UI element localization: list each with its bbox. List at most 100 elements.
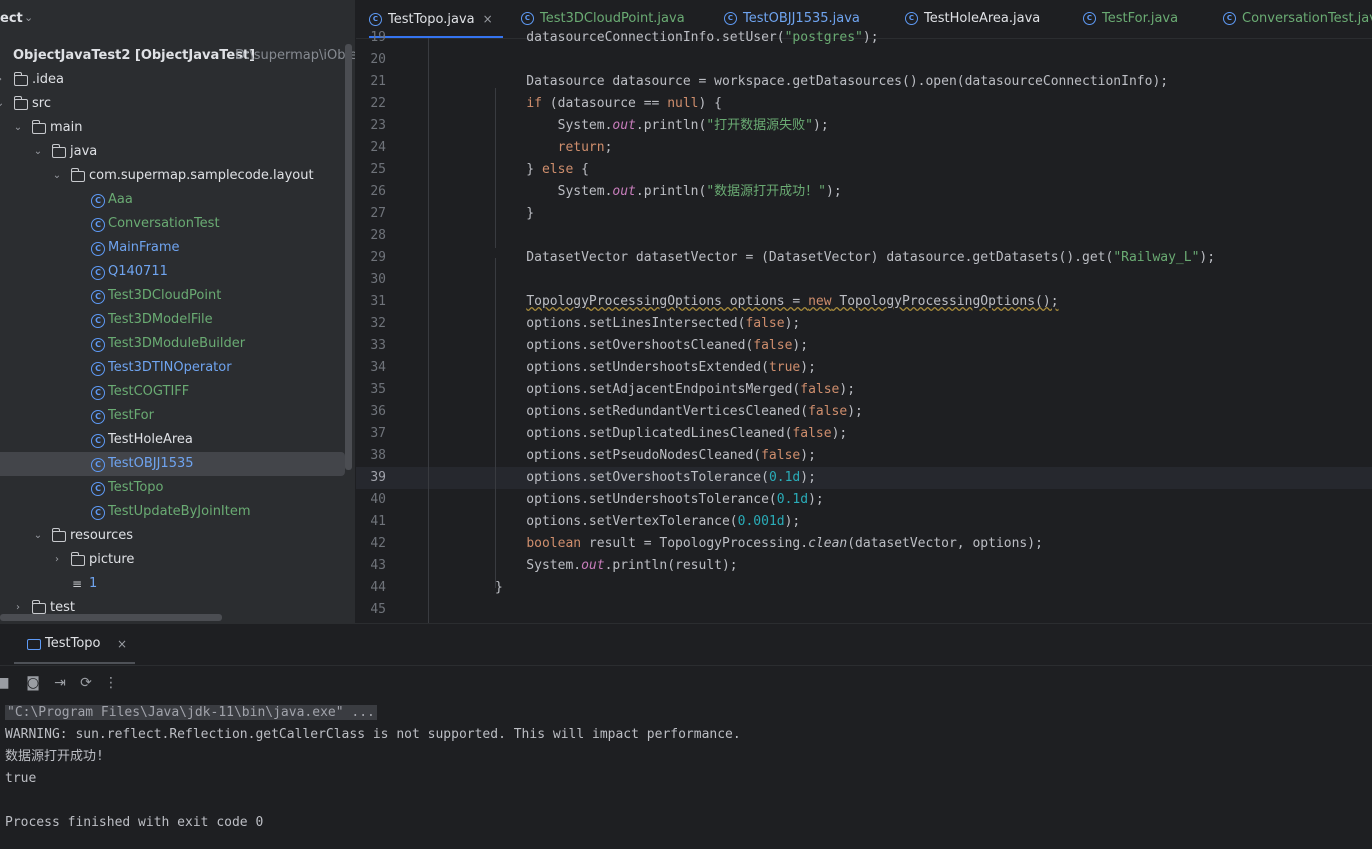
code-line[interactable]: 21 Datasource datasource = workspace.get…: [356, 71, 1372, 93]
code-line[interactable]: 30: [356, 269, 1372, 291]
tree-item-label: picture: [89, 552, 135, 567]
stop-icon[interactable]: ■: [0, 674, 12, 692]
code-line[interactable]: 42 boolean result = TopologyProcessing.c…: [356, 533, 1372, 555]
run-panel: TestTopo × ■ ◙ ⇥ ⟳ ⋮ "C:\Program Files\J…: [0, 623, 1372, 849]
code-line[interactable]: 31 TopologyProcessingOptions options = n…: [356, 291, 1372, 313]
code-area[interactable]: 19 datasourceConnectionInfo.setUser("pos…: [356, 30, 1372, 623]
tree-item-label: main: [50, 120, 83, 135]
code-line[interactable]: 22 if (datasource == null) {: [356, 93, 1372, 115]
tree-item-label: resources: [70, 528, 134, 543]
tree-item[interactable]: ⌄ java: [0, 140, 345, 164]
code-line[interactable]: 25 } else {: [356, 159, 1372, 181]
tree-item[interactable]: C Test3DCloudPoint: [0, 284, 345, 308]
tree-horizontal-scrollbar[interactable]: [0, 614, 222, 621]
code-line[interactable]: 23 System.out.println("打开数据源失败");: [356, 115, 1372, 137]
tree-item[interactable]: › picture: [0, 548, 345, 572]
tree-item[interactable]: ⌄ src: [0, 92, 345, 116]
tree-item-label: MainFrame: [108, 240, 180, 255]
chevron-down-icon[interactable]: ⌄: [51, 164, 63, 188]
code-line[interactable]: 38 options.setPseudoNodesCleaned(false);: [356, 445, 1372, 467]
code-line[interactable]: 26 System.out.println("数据源打开成功！");: [356, 181, 1372, 203]
chevron-down-icon[interactable]: ⌄: [24, 11, 33, 24]
line-number: 20: [370, 52, 386, 67]
code-line[interactable]: 33 options.setOvershootsCleaned(false);: [356, 335, 1372, 357]
close-icon[interactable]: ×: [483, 12, 493, 26]
tree-vertical-scrollbar[interactable]: [345, 44, 352, 470]
tree-item[interactable]: C Test3DModuleBuilder: [0, 332, 345, 356]
line-number: 23: [370, 118, 386, 133]
console-line: WARNING: sun.reflect.Reflection.getCalle…: [5, 724, 741, 746]
chevron-down-icon[interactable]: ⌄: [32, 140, 44, 164]
code-line[interactable]: 39 options.setOvershootsTolerance(0.1d);: [356, 467, 1372, 489]
tree-item[interactable]: ⌄ com.supermap.samplecode.layout: [0, 164, 345, 188]
code-line[interactable]: 41 options.setVertexTolerance(0.001d);: [356, 511, 1372, 533]
tree-item[interactable]: ≡ 1: [0, 572, 345, 596]
tree-item[interactable]: C MainFrame: [0, 236, 345, 260]
tree-item[interactable]: C Test3DTINOperator: [0, 356, 345, 380]
chevron-down-icon[interactable]: ⌄: [12, 116, 24, 140]
tree-item[interactable]: C TestTopo: [0, 476, 345, 500]
tree-item[interactable]: C TestUpdateByJoinItem: [0, 500, 345, 524]
chevron-right-icon[interactable]: ›: [0, 68, 6, 92]
tree-item[interactable]: C TestHoleArea: [0, 428, 345, 452]
code-line[interactable]: 44}: [356, 577, 1372, 599]
code-text: options.setVertexTolerance(0.001d);: [495, 514, 801, 529]
tree-item-label: Aaa: [108, 192, 133, 207]
code-line[interactable]: 45: [356, 599, 1372, 621]
code-text: System.out.println(result);: [495, 558, 738, 573]
tree-item-label: TestUpdateByJoinItem: [108, 504, 251, 519]
code-text: System.out.println("数据源打开成功！");: [495, 184, 842, 199]
code-line[interactable]: 24 return;: [356, 137, 1372, 159]
folder-icon: [51, 144, 66, 158]
tree-item[interactable]: C TestFor: [0, 404, 345, 428]
line-number: 39: [370, 470, 386, 485]
run-tab[interactable]: TestTopo ×: [14, 624, 135, 664]
code-line[interactable]: 34 options.setUndershootsExtended(true);: [356, 357, 1372, 379]
tree-item[interactable]: ⌄ main: [0, 116, 345, 140]
camera-icon[interactable]: ◙: [24, 674, 42, 692]
class-icon: C: [91, 338, 105, 352]
tree-item[interactable]: C Aaa: [0, 188, 345, 212]
tree-item[interactable]: ObjectJavaTest2 [ObjectJavaTest] D:\super…: [0, 44, 355, 68]
more-icon[interactable]: ⋮: [102, 674, 120, 692]
code-line[interactable]: 19 datasourceConnectionInfo.setUser("pos…: [356, 27, 1372, 49]
code-line[interactable]: 28: [356, 225, 1372, 247]
code-line[interactable]: 32 options.setLinesIntersected(false);: [356, 313, 1372, 335]
code-line[interactable]: 29 DatasetVector datasetVector = (Datase…: [356, 247, 1372, 269]
class-icon: C: [905, 12, 918, 25]
line-number: 30: [370, 272, 386, 287]
tree-item[interactable]: › .idea: [0, 68, 345, 92]
class-icon: C: [91, 194, 105, 208]
code-text: options.setRedundantVerticesCleaned(fals…: [495, 404, 863, 419]
chevron-down-icon[interactable]: ⌄: [32, 524, 44, 548]
code-line[interactable]: 43 System.out.println(result);: [356, 555, 1372, 577]
tree-item[interactable]: C Test3DModelFile: [0, 308, 345, 332]
editor-tab-label: TestFor.java: [1102, 11, 1179, 26]
class-icon: C: [369, 13, 382, 26]
restart-icon[interactable]: ⟳: [77, 674, 95, 692]
tree-item[interactable]: C ConversationTest: [0, 212, 345, 236]
code-text: options.setUndershootsExtended(true);: [495, 360, 816, 375]
code-line[interactable]: 20: [356, 49, 1372, 71]
exit-icon[interactable]: ⇥: [51, 674, 69, 692]
chevron-down-icon[interactable]: ⌄: [0, 92, 6, 116]
line-number: 44: [370, 580, 386, 595]
tree-item[interactable]: C Q140711: [0, 260, 345, 284]
code-line[interactable]: 36 options.setRedundantVerticesCleaned(f…: [356, 401, 1372, 423]
code-line[interactable]: 27 }: [356, 203, 1372, 225]
line-number: 42: [370, 536, 386, 551]
chevron-right-icon[interactable]: ›: [51, 548, 63, 572]
code-text: options.setAdjacentEndpointsMerged(false…: [495, 382, 856, 397]
project-view-selector[interactable]: ect: [0, 11, 23, 26]
tree-item[interactable]: C TestOBJJ1535: [0, 452, 345, 476]
code-line[interactable]: 40 options.setUndershootsTolerance(0.1d)…: [356, 489, 1372, 511]
tree-item[interactable]: C TestCOGTIFF: [0, 380, 345, 404]
indent-guide: [495, 88, 496, 248]
console-text: WARNING: sun.reflect.Reflection.getCalle…: [5, 727, 741, 742]
code-line[interactable]: 35 options.setAdjacentEndpointsMerged(fa…: [356, 379, 1372, 401]
tree-item[interactable]: ⌄ resources: [0, 524, 345, 548]
code-text: return;: [557, 140, 613, 155]
code-line[interactable]: 37 options.setDuplicatedLinesCleaned(fal…: [356, 423, 1372, 445]
close-icon[interactable]: ×: [117, 624, 127, 664]
package-icon: [70, 168, 85, 182]
